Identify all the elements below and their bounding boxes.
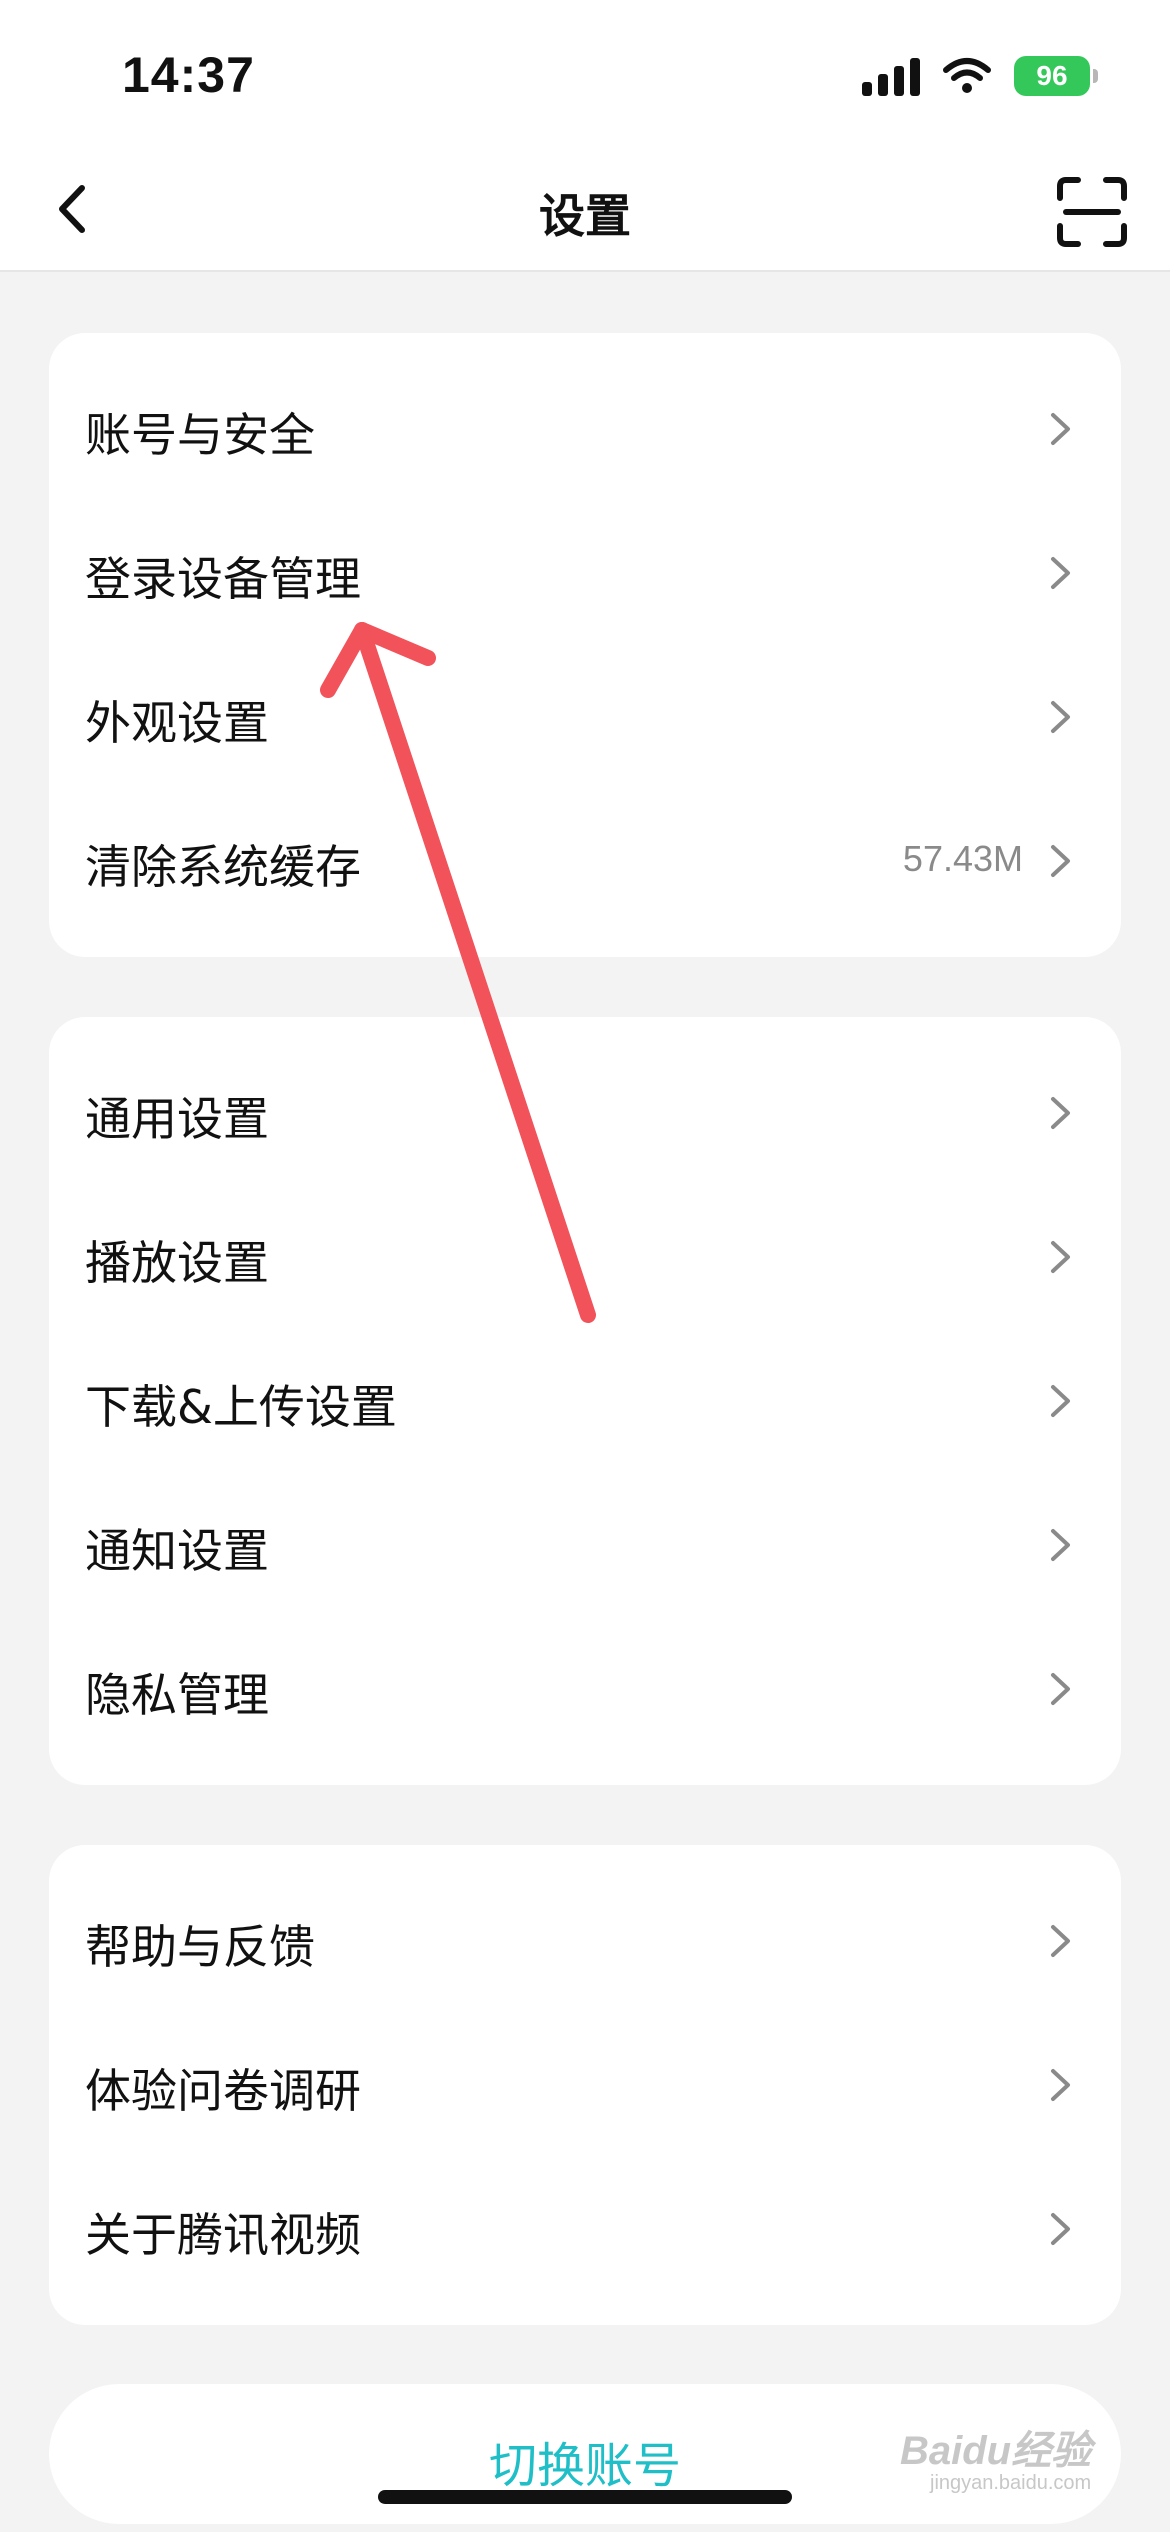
chevron-right-icon — [1051, 413, 1070, 445]
settings-item-label: 体验问卷调研 — [85, 2064, 361, 2118]
watermark-url: jingyan.baidu.com — [930, 2472, 1092, 2494]
settings-item-privacy[interactable]: 隐私管理 — [49, 1617, 1121, 1761]
nav-bar: 设置 — [0, 150, 1170, 272]
battery-icon: 96 — [1014, 56, 1098, 96]
settings-item-label: 关于腾讯视频 — [85, 2208, 361, 2262]
settings-item-label: 外观设置 — [85, 696, 269, 750]
settings-item-label: 登录设备管理 — [85, 552, 361, 606]
wifi-icon — [943, 58, 991, 93]
cellular-signal-icon — [862, 56, 920, 96]
settings-item-label: 下载&上传设置 — [85, 1380, 397, 1434]
status-bar: 14:37 96 — [0, 0, 1170, 150]
settings-item-label: 通知设置 — [85, 1524, 269, 1578]
chevron-right-icon — [1051, 2213, 1070, 2245]
chevron-right-icon — [1051, 2069, 1070, 2101]
settings-group-about: 帮助与反馈 体验问卷调研 关于腾讯视频 — [49, 1845, 1121, 2325]
settings-item-about[interactable]: 关于腾讯视频 — [49, 2157, 1121, 2301]
settings-item-clear-cache[interactable]: 清除系统缓存 57.43M — [49, 789, 1121, 933]
status-time: 14:37 — [122, 47, 255, 103]
chevron-right-icon — [1051, 1529, 1070, 1561]
chevron-right-icon — [1051, 701, 1070, 733]
settings-item-help-feedback[interactable]: 帮助与反馈 — [49, 1869, 1121, 2013]
status-icons: 96 — [862, 54, 1098, 98]
settings-item-download-upload[interactable]: 下载&上传设置 — [49, 1329, 1121, 1473]
chevron-right-icon — [1051, 1097, 1070, 1129]
settings-item-survey[interactable]: 体验问卷调研 — [49, 2013, 1121, 2157]
settings-group-general: 通用设置 播放设置 下载&上传设置 通知设置 隐私管理 — [49, 1017, 1121, 1785]
settings-item-account-security[interactable]: 账号与安全 — [49, 357, 1121, 501]
settings-item-login-devices[interactable]: 登录设备管理 — [49, 501, 1121, 645]
settings-item-playback[interactable]: 播放设置 — [49, 1185, 1121, 1329]
settings-item-label: 帮助与反馈 — [85, 1920, 315, 1974]
chevron-right-icon — [1051, 1673, 1070, 1705]
settings-item-label: 隐私管理 — [85, 1668, 269, 1722]
battery-level: 96 — [1036, 60, 1068, 91]
chevron-right-icon — [1051, 845, 1070, 877]
cache-size-value: 57.43M — [902, 838, 1023, 879]
settings-item-label: 清除系统缓存 — [85, 840, 361, 894]
settings-item-appearance[interactable]: 外观设置 — [49, 645, 1121, 789]
chevron-right-icon — [1051, 557, 1070, 589]
settings-item-label: 通用设置 — [85, 1092, 269, 1146]
settings-item-label: 账号与安全 — [85, 408, 315, 462]
home-indicator — [378, 2490, 792, 2504]
settings-group-account: 账号与安全 登录设备管理 外观设置 清除系统缓存 57.43M — [49, 333, 1121, 957]
settings-item-notifications[interactable]: 通知设置 — [49, 1473, 1121, 1617]
settings-item-general[interactable]: 通用设置 — [49, 1041, 1121, 1185]
chevron-right-icon — [1051, 1385, 1070, 1417]
settings-item-label: 播放设置 — [85, 1236, 269, 1290]
page-title: 设置 — [539, 189, 631, 243]
chevron-right-icon — [1051, 1241, 1070, 1273]
chevron-right-icon — [1051, 1925, 1070, 1957]
watermark-logo: Baidu经验 — [900, 2429, 1092, 2473]
scan-icon[interactable] — [1054, 174, 1130, 250]
